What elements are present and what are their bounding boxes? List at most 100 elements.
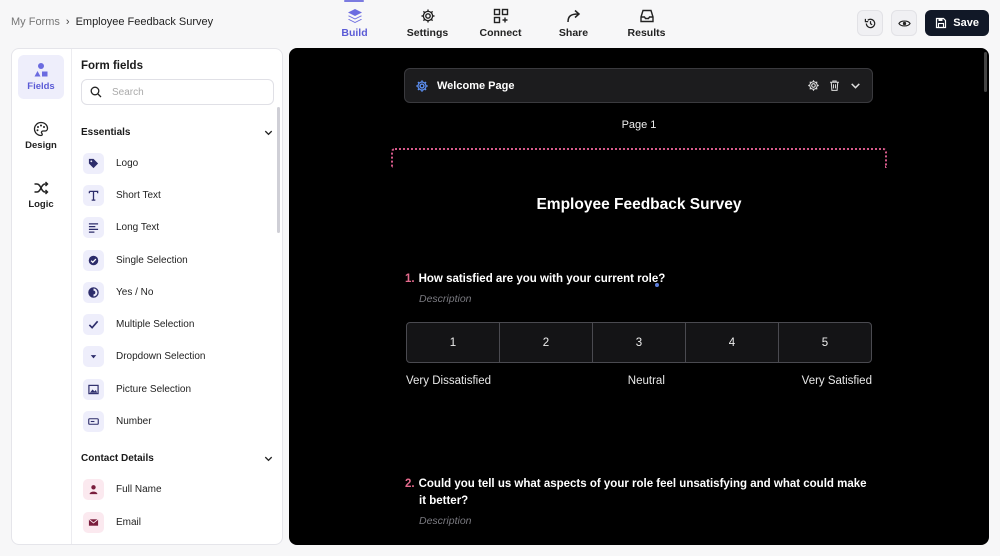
welcome-page-actions [807,79,862,92]
tab-build-label: Build [341,27,368,39]
half-circle-icon [83,281,104,303]
save-disk-icon [936,17,947,29]
fields-panel: Form fields Essentials Logo Short Text L… [73,49,282,544]
essentials-list: Logo Short Text Long Text Single Selecti… [81,147,274,438]
rail-design-label: Design [25,140,57,151]
field-item-long-text[interactable]: Long Text [81,212,274,244]
question-2-description[interactable]: Description [419,515,472,527]
page-drop-zone [391,148,887,168]
field-item-label: Multiple Selection [116,319,195,331]
fields-title: Form fields [81,60,143,72]
field-item-label: Single Selection [116,254,188,266]
field-item-label: Full Name [116,484,162,496]
person-icon [83,479,104,501]
page-settings-icon[interactable] [807,79,820,92]
tab-results-label: Results [627,27,666,39]
field-item-email[interactable]: Email [81,506,274,538]
rail-logic[interactable]: Logic [18,173,64,217]
envelope-icon [83,511,104,533]
checkmark-icon [83,314,104,336]
chevron-down-icon [264,130,273,135]
rating-option-2[interactable]: 2 [500,323,593,362]
preview-button[interactable] [891,10,918,36]
chevron-down-icon [264,456,273,462]
field-item-number[interactable]: Number [81,405,274,437]
field-item-label: Logo [116,157,139,169]
rail-design[interactable]: Design [18,114,64,158]
field-item-short-text[interactable]: Short Text [81,179,274,211]
tab-build[interactable]: Build [318,0,391,44]
field-search[interactable] [81,79,274,105]
field-item-multiple-selection[interactable]: Multiple Selection [81,308,274,340]
palette-icon [33,121,49,137]
welcome-page-title: Welcome Page [437,79,515,92]
canvas-scrollbar[interactable] [984,52,987,92]
rating-scale-labels: Very Dissatisfied Neutral Very Satisfied [406,375,872,387]
history-button[interactable] [857,10,884,36]
tab-connect-label: Connect [479,27,522,39]
search-icon [90,86,102,98]
image-icon [83,378,104,400]
chevron-down-icon[interactable] [849,79,862,92]
field-item-full-name[interactable]: Full Name [81,474,274,506]
rating-option-5[interactable]: 5 [779,323,871,362]
grid-plus-icon [493,8,508,24]
field-item-yes-no[interactable]: Yes / No [81,276,274,308]
fields-scrollbar[interactable] [277,107,280,233]
tab-share-label: Share [558,27,589,39]
page-label: Page 1 [621,119,657,131]
question-1-text: How satisfied are you with your current … [418,273,666,285]
question-2-number: 2. [405,478,415,490]
shuffle-icon [34,181,49,195]
section-contact-details-label: Contact Details [81,453,154,465]
breadcrumb-separator: › [65,16,70,28]
rating-option-1[interactable]: 1 [407,323,500,362]
number-icon [83,411,104,433]
trash-icon[interactable] [828,79,841,92]
breadcrumb: My Forms › Employee Feedback Survey [11,16,213,28]
tab-share[interactable]: Share [537,0,610,44]
field-item-label: Long Text [116,222,160,234]
field-item-dropdown-selection[interactable]: Dropdown Selection [81,341,274,373]
question-1[interactable]: 1. How satisfied are you with your curren… [405,271,885,288]
dropdown-icon [83,346,104,368]
welcome-page-bar[interactable]: Welcome Page [404,68,873,103]
field-item-single-selection[interactable]: Single Selection [81,244,274,276]
field-item-label: Yes / No [116,286,154,298]
section-essentials-label: Essentials [81,126,131,138]
eye-icon [898,19,911,27]
section-contact-details[interactable]: Contact Details [81,449,274,469]
section-essentials[interactable]: Essentials [81,122,274,142]
shapes-icon [34,63,48,77]
field-item-label: Picture Selection [116,383,192,395]
rating-option-4[interactable]: 4 [686,323,779,362]
save-button[interactable]: Save [925,10,989,36]
top-actions: Save [857,10,989,36]
form-canvas: Welcome Page Page 1 Employee Feedback Su… [289,48,989,545]
rating-option-3[interactable]: 3 [593,323,686,362]
question-1-number: 1. [405,273,415,285]
tab-results[interactable]: Results [610,0,683,44]
search-input[interactable] [112,86,252,98]
gear-icon [416,79,428,92]
question-2[interactable]: 2. Could you tell us what aspects of your… [405,476,875,510]
rail-fields[interactable]: Fields [18,55,64,99]
tab-connect[interactable]: Connect [464,0,537,44]
field-item-label: Email [116,516,142,528]
survey-title[interactable]: Employee Feedback Survey [289,196,989,214]
field-item-label: Short Text [116,189,161,201]
question-1-description[interactable]: Description [419,293,472,305]
lines-icon [83,217,104,239]
check-circle-icon [83,249,104,271]
text-t-icon [83,184,104,206]
tab-settings[interactable]: Settings [391,0,464,44]
field-item-label: Number [116,416,152,428]
inbox-icon [639,9,654,23]
breadcrumb-my-forms[interactable]: My Forms [11,16,60,28]
field-item-picture-selection[interactable]: Picture Selection [81,373,274,405]
layers-icon [347,9,362,23]
field-item-label: Dropdown Selection [116,351,206,363]
field-item-logo[interactable]: Logo [81,147,274,179]
main-nav: Build Settings Connect Share Results [318,0,683,44]
rail-logic-label: Logic [28,199,54,210]
